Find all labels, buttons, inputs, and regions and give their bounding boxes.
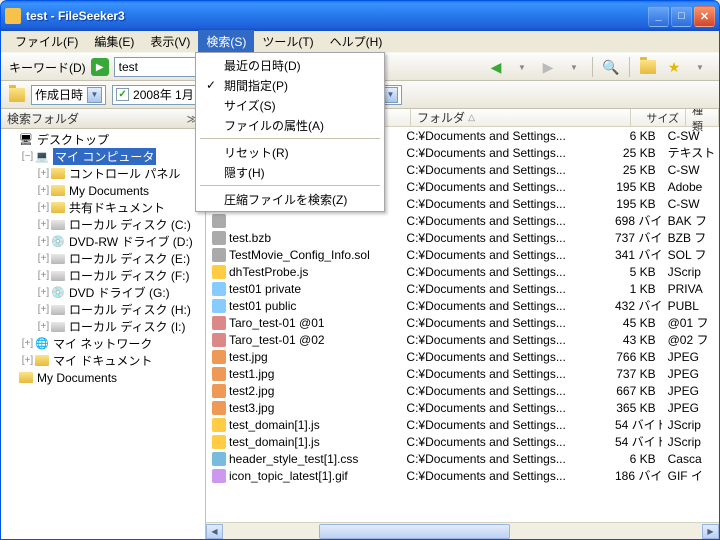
list-item[interactable]: icon_topic_latest[1].gifC:¥Documents and…	[206, 467, 719, 484]
col-type[interactable]: 種類	[686, 109, 719, 126]
search-icon[interactable]: 🔍	[600, 56, 622, 78]
forward-button[interactable]: ▶	[537, 56, 559, 78]
list-item[interactable]: Taro_test-01 @02C:¥Documents and Setting…	[206, 331, 719, 348]
tree-node[interactable]: [+]ローカル ディスク (H:)	[1, 301, 205, 318]
menu-period[interactable]: 期間指定(P)	[198, 75, 382, 95]
menu-hide[interactable]: 隠す(H)	[198, 162, 382, 182]
tree-node[interactable]: [+]ローカル ディスク (E:)	[1, 250, 205, 267]
menu-search-compressed[interactable]: 圧縮ファイルを検索(Z)	[198, 189, 382, 209]
menu-file[interactable]: ファイル(F)	[7, 30, 86, 53]
date-type-dropdown[interactable]: 作成日時 ▼	[31, 85, 106, 105]
tree-node[interactable]: [+]ローカル ディスク (F:)	[1, 267, 205, 284]
sidebar-header[interactable]: 検索フォルダ ≫	[1, 109, 205, 129]
tree-node[interactable]: [+]マイ ドキュメント	[1, 352, 205, 369]
favorites-icon[interactable]: ★	[663, 56, 685, 78]
list-item[interactable]: test3.jpgC:¥Documents and Settings...365…	[206, 399, 719, 416]
go-icon[interactable]: ▶	[91, 58, 109, 76]
menu-size[interactable]: サイズ(S)	[198, 95, 382, 115]
list-item[interactable]: test_domain[1].jsC:¥Documents and Settin…	[206, 416, 719, 433]
tree-node[interactable]: [−]💻マイ コンピュータ	[1, 148, 205, 165]
tree-node[interactable]: 🖥デスクトップ	[1, 131, 205, 148]
menu-view[interactable]: 表示(V)	[142, 30, 198, 53]
folder-icon	[9, 88, 25, 102]
menubar: ファイル(F) 編集(E) 表示(V) 検索(S) ツール(T) ヘルプ(H)	[1, 31, 719, 53]
list-item[interactable]: header_style_test[1].cssC:¥Documents and…	[206, 450, 719, 467]
menu-reset[interactable]: リセット(R)	[198, 142, 382, 162]
app-window: test - FileSeeker3 _ □ ✕ ファイル(F) 編集(E) 表…	[0, 0, 720, 540]
list-item[interactable]: TestMovie_Config_Info.solC:¥Documents an…	[206, 246, 719, 263]
titlebar[interactable]: test - FileSeeker3 _ □ ✕	[1, 1, 719, 31]
list-item[interactable]: Taro_test-01 @01C:¥Documents and Setting…	[206, 314, 719, 331]
tree-node[interactable]: [+]💿DVD ドライブ (G:)	[1, 284, 205, 301]
list-item[interactable]: test.bzbC:¥Documents and Settings...737 …	[206, 229, 719, 246]
window-title: test - FileSeeker3	[26, 9, 648, 23]
h-scrollbar[interactable]: ◀ ▶	[206, 522, 719, 539]
menu-search[interactable]: 検索(S)	[198, 30, 254, 53]
list-item[interactable]: test01 privateC:¥Documents and Settings.…	[206, 280, 719, 297]
open-folder-icon[interactable]	[637, 56, 659, 78]
tree-node[interactable]: [+]コントロール パネル	[1, 165, 205, 182]
date-value: 2008年 1月	[133, 86, 194, 103]
tree-node[interactable]: My Documents	[1, 369, 205, 386]
list-item[interactable]: test2.jpgC:¥Documents and Settings...667…	[206, 382, 719, 399]
col-folder[interactable]: フォルダ △	[411, 109, 631, 126]
tree-node[interactable]: [+]共有ドキュメント	[1, 199, 205, 216]
list-item[interactable]: test01 publicC:¥Documents and Settings..…	[206, 297, 719, 314]
app-icon	[5, 8, 21, 24]
tree-node[interactable]: [+]🌐マイ ネットワーク	[1, 335, 205, 352]
tree-node[interactable]: [+]My Documents	[1, 182, 205, 199]
favorites-dropdown[interactable]: ▼	[689, 56, 711, 78]
menu-help[interactable]: ヘルプ(H)	[322, 30, 391, 53]
list-item[interactable]: test_domain[1].jsC:¥Documents and Settin…	[206, 433, 719, 450]
menu-tool[interactable]: ツール(T)	[254, 30, 321, 53]
list-item[interactable]: C:¥Documents and Settings...698 バイトBAK フ	[206, 212, 719, 229]
folder-tree[interactable]: 🖥デスクトップ[−]💻マイ コンピュータ[+]コントロール パネル[+]My D…	[1, 129, 205, 539]
search-menu-popup: 最近の日時(D) 期間指定(P) サイズ(S) ファイルの属性(A) リセット(…	[195, 52, 385, 212]
date-type-label: 作成日時	[35, 86, 83, 103]
sidebar: 検索フォルダ ≫ 🖥デスクトップ[−]💻マイ コンピュータ[+]コントロール パ…	[1, 109, 206, 539]
tree-node[interactable]: [+]💿DVD-RW ドライブ (D:)	[1, 233, 205, 250]
maximize-button[interactable]: □	[671, 6, 692, 27]
list-item[interactable]: test.jpgC:¥Documents and Settings...766 …	[206, 348, 719, 365]
menu-edit[interactable]: 編集(E)	[86, 30, 142, 53]
back-button[interactable]: ◀	[485, 56, 507, 78]
tree-node[interactable]: [+]ローカル ディスク (C:)	[1, 216, 205, 233]
forward-dropdown[interactable]: ▼	[563, 56, 585, 78]
list-item[interactable]: test1.jpgC:¥Documents and Settings...737…	[206, 365, 719, 382]
back-dropdown[interactable]: ▼	[511, 56, 533, 78]
list-item[interactable]: dhTestProbe.jsC:¥Documents and Settings.…	[206, 263, 719, 280]
minimize-button[interactable]: _	[648, 6, 669, 27]
date-checkbox[interactable]: ✓	[116, 88, 129, 101]
tree-node[interactable]: [+]ローカル ディスク (I:)	[1, 318, 205, 335]
close-button[interactable]: ✕	[694, 6, 715, 27]
keyword-label: キーワード(D)	[9, 59, 86, 76]
col-size[interactable]: サイズ	[631, 109, 686, 126]
menu-recent-date[interactable]: 最近の日時(D)	[198, 55, 382, 75]
menu-attributes[interactable]: ファイルの属性(A)	[198, 115, 382, 135]
